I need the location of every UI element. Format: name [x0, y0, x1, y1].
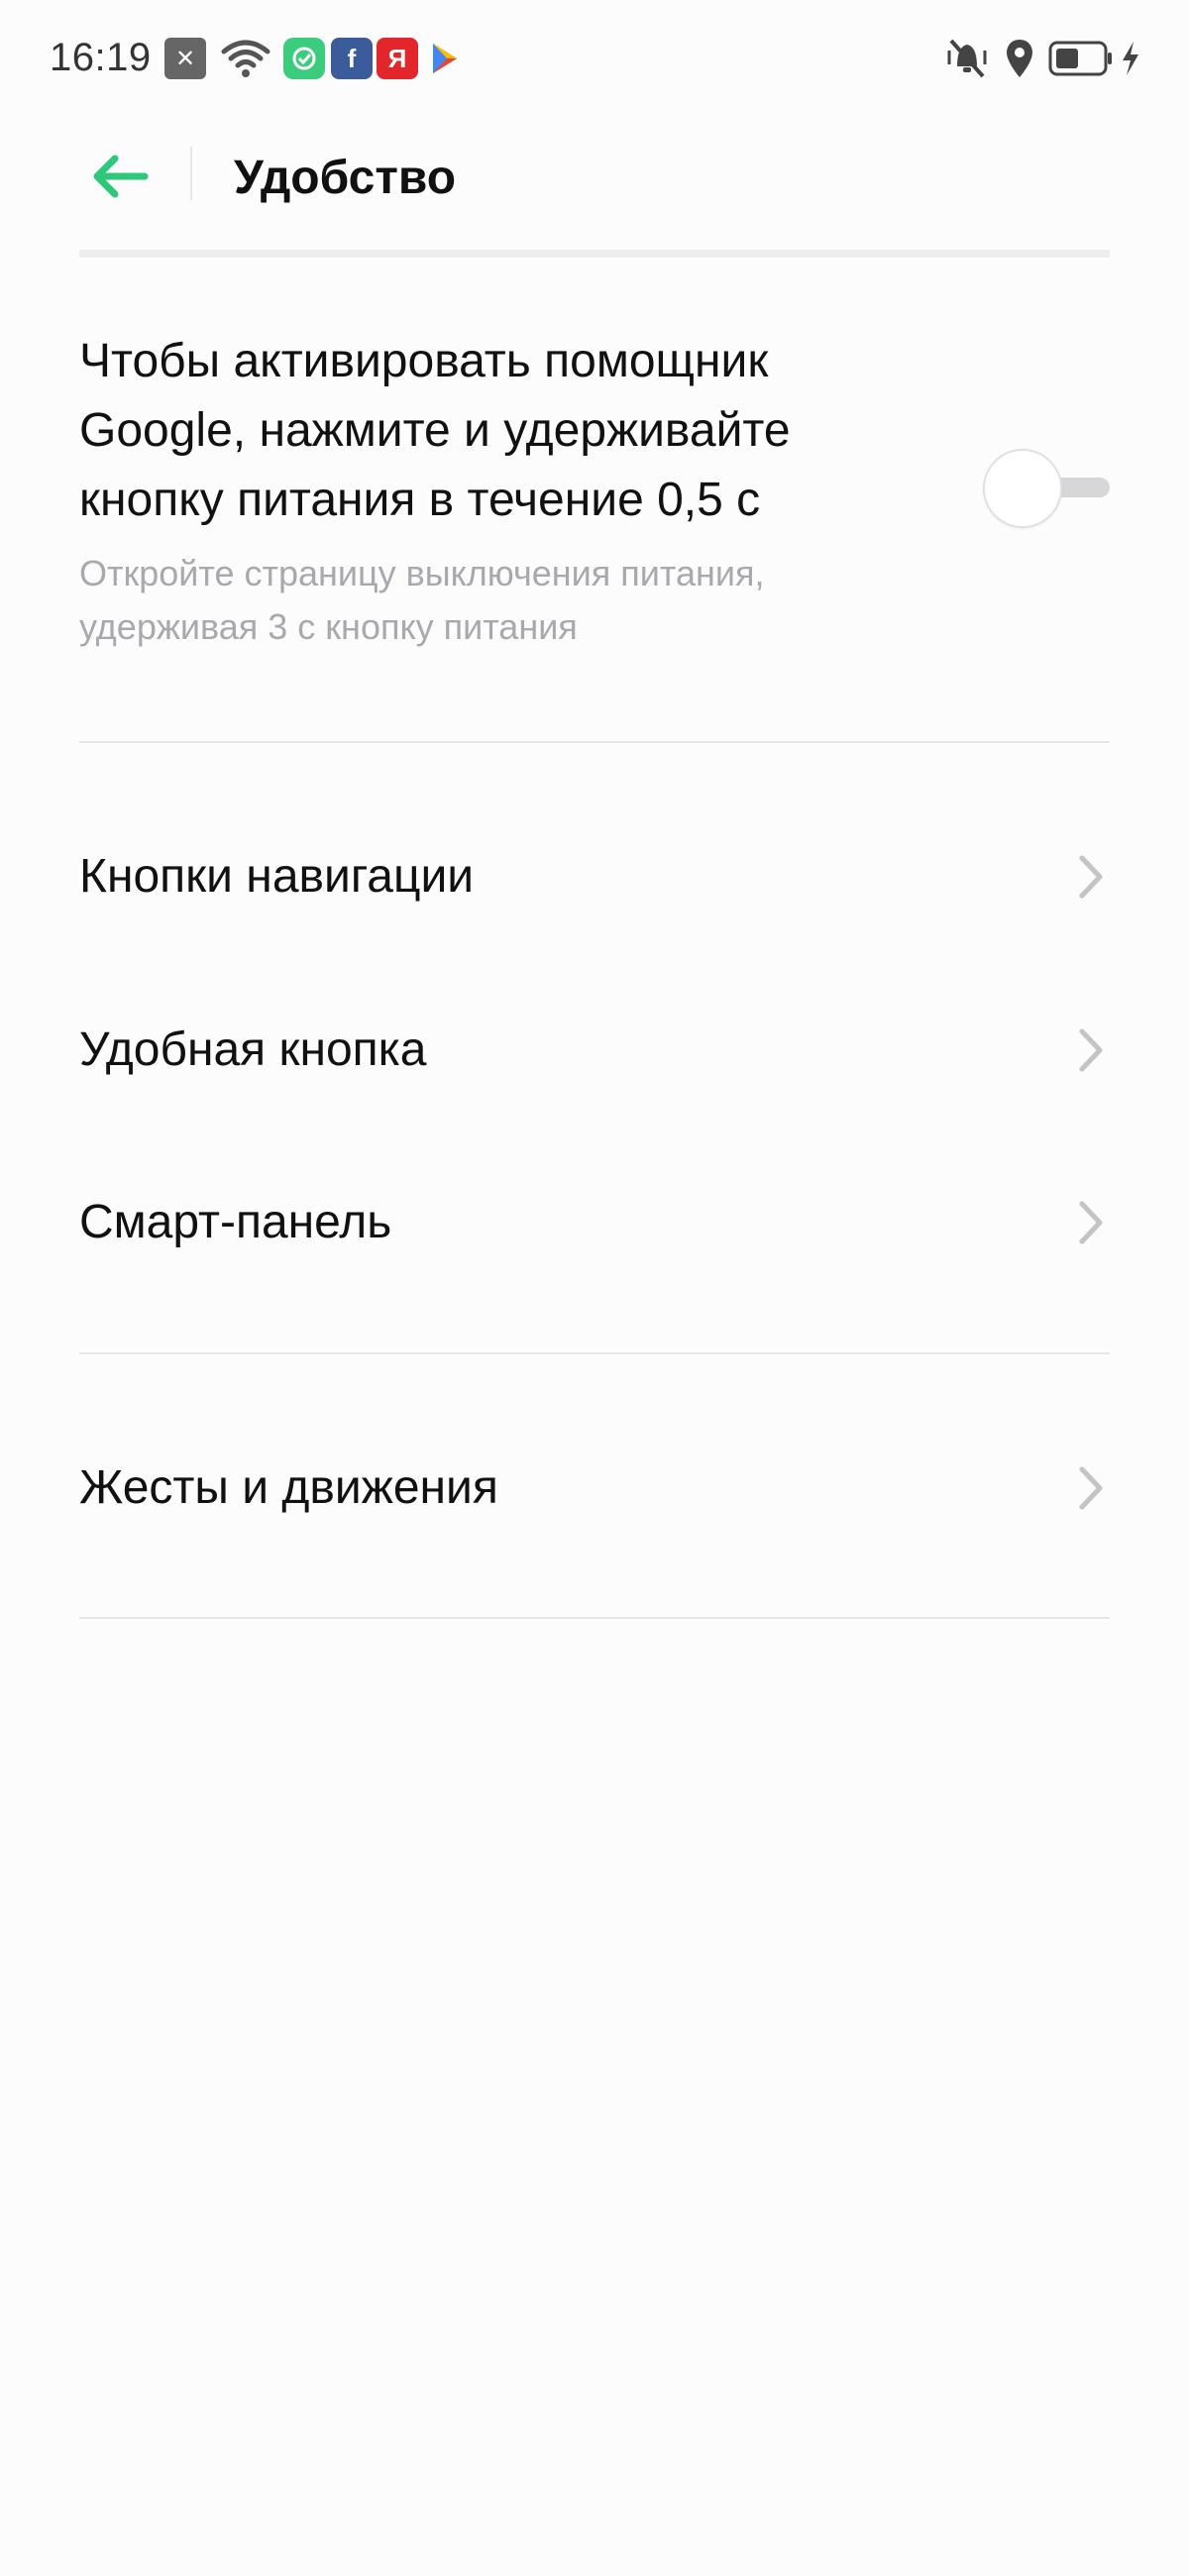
divider	[79, 1352, 1110, 1354]
play-store-icon	[424, 38, 466, 79]
menu-item-label: Кнопки навигации	[79, 850, 475, 903]
header: Удобство	[0, 119, 1189, 238]
menu-item-label: Смарт-панель	[79, 1196, 392, 1248]
vibrate-off-icon	[941, 36, 993, 81]
switch-knob	[983, 449, 1062, 528]
header-divider	[190, 147, 192, 200]
assistant-toggle-switch[interactable]	[983, 449, 1110, 528]
status-time: 16:19	[50, 36, 152, 79]
chevron-right-icon	[1079, 1201, 1103, 1244]
facebook-letter: f	[347, 43, 357, 73]
assistant-setting-subtitle: Откройте страницу выключения питания, уд…	[79, 553, 765, 647]
assistant-power-button-setting[interactable]: Чтобы активировать помощник Google, нажм…	[79, 317, 1110, 664]
menu-item-smart-sidebar[interactable]: Смарт-панель	[79, 1153, 1110, 1292]
page-title: Удобство	[234, 152, 457, 204]
menu-item-assistive-ball[interactable]: Удобная кнопка	[79, 981, 1110, 1120]
yandex-icon: Я	[377, 38, 418, 79]
menu-item-label: Удобная кнопка	[79, 1023, 427, 1076]
header-separator	[79, 250, 1110, 258]
close-notification-icon: ✕	[164, 38, 206, 79]
charging-icon	[1120, 36, 1149, 81]
menu-item-gestures-motions[interactable]: Жесты и движения	[79, 1419, 1110, 1557]
arrow-left-icon	[89, 153, 149, 205]
assistant-setting-title: Чтобы активировать помощник Google, нажм…	[79, 335, 791, 526]
menu-item-label: Жесты и движения	[79, 1461, 498, 1514]
sync-app-icon	[283, 38, 325, 79]
status-bar: 16:19 ✕ f Я	[0, 0, 1189, 119]
menu-item-navigation-buttons[interactable]: Кнопки навигации	[79, 807, 1110, 946]
chevron-right-icon	[1079, 1028, 1103, 1072]
battery-icon	[1048, 36, 1120, 81]
divider	[79, 1617, 1110, 1619]
chevron-right-icon	[1079, 855, 1103, 899]
wifi-icon	[220, 38, 271, 79]
divider	[79, 741, 1110, 743]
facebook-icon: f	[331, 38, 373, 79]
location-icon	[1005, 36, 1044, 81]
yandex-letter: Я	[387, 43, 407, 73]
back-button[interactable]	[79, 139, 159, 218]
settings-screen: 16:19 ✕ f Я Удобство Чтобы активировать …	[0, 0, 1189, 2576]
chevron-right-icon	[1079, 1466, 1103, 1510]
